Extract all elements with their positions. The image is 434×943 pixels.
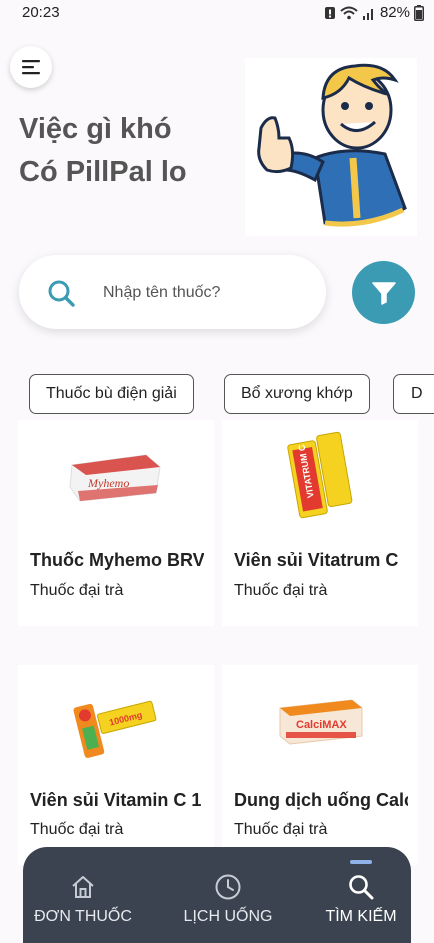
nav-label: TÌM KIẾM bbox=[325, 908, 397, 925]
product-image: VITATRUM C bbox=[222, 420, 418, 530]
hamburger-icon bbox=[22, 60, 40, 75]
status-time: 20:23 bbox=[22, 4, 60, 21]
home-icon bbox=[72, 876, 94, 898]
menu-button[interactable] bbox=[10, 46, 52, 88]
search-icon bbox=[48, 280, 75, 307]
filter-button[interactable] bbox=[352, 261, 415, 324]
alert-icon bbox=[324, 6, 335, 19]
nav-item-schedule[interactable]: LỊCH UỐNG bbox=[158, 847, 298, 943]
mascot-image bbox=[245, 58, 417, 236]
headline: Việc gì khó Có PillPal lo bbox=[19, 108, 187, 194]
status-bar: 20:23 82% bbox=[0, 0, 434, 26]
active-indicator bbox=[350, 860, 372, 864]
search-icon bbox=[349, 875, 374, 900]
product-name: Thuốc Myhemo BRV bbox=[30, 550, 204, 570]
chip-item[interactable]: Bổ xương khớp bbox=[224, 374, 370, 414]
product-card[interactable]: CalciMAX Dung dịch uống Calc Thuốc đại t… bbox=[222, 665, 418, 865]
nav-item-search[interactable]: TÌM KIẾM bbox=[311, 847, 411, 943]
nav-label: ĐƠN THUỐC bbox=[34, 908, 132, 925]
product-image: Myhemo bbox=[18, 420, 214, 530]
product-card[interactable]: Myhemo Thuốc Myhemo BRV Thuốc đại trà bbox=[18, 420, 214, 626]
search-input[interactable] bbox=[101, 277, 315, 309]
clock-icon bbox=[215, 874, 241, 900]
chip-item[interactable]: Thuốc bù điện giải bbox=[29, 374, 194, 414]
product-type: Thuốc đại trà bbox=[234, 582, 328, 599]
chip-item[interactable]: D bbox=[393, 374, 434, 414]
product-card[interactable]: VITATRUM C Viên sủi Vitatrum C Thuốc đại… bbox=[222, 420, 418, 626]
nav-label: LỊCH UỐNG bbox=[183, 908, 273, 925]
headline-line-1: Việc gì khó bbox=[19, 113, 172, 145]
product-name: Dung dịch uống Calc bbox=[234, 790, 408, 810]
headline-line-2: Có PillPal lo bbox=[19, 156, 187, 188]
signal-icon bbox=[362, 8, 373, 20]
wifi-icon bbox=[340, 6, 358, 19]
bottom-nav: ĐƠN THUỐC LỊCH UỐNG TÌM KIẾM bbox=[23, 847, 411, 943]
battery-icon bbox=[414, 4, 424, 21]
product-image-label: Myhemo bbox=[87, 476, 129, 490]
product-type: Thuốc đại trà bbox=[30, 821, 124, 838]
search-bar[interactable] bbox=[19, 255, 326, 329]
product-type: Thuốc đại trà bbox=[30, 582, 124, 599]
product-image: 1000mg bbox=[18, 665, 214, 775]
product-image: CalciMAX bbox=[222, 665, 418, 775]
nav-item-prescriptions[interactable]: ĐƠN THUỐC bbox=[23, 847, 143, 943]
product-card[interactable]: 1000mg Viên sủi Vitamin C 1 Thuốc đại tr… bbox=[18, 665, 214, 865]
product-name: Viên sủi Vitatrum C bbox=[234, 550, 399, 570]
category-chips: Thuốc bù điện giải Bổ xương khớp D bbox=[0, 374, 434, 416]
status-icons: 82% bbox=[324, 4, 424, 21]
filter-icon bbox=[371, 281, 396, 305]
battery-percent: 82% bbox=[379, 4, 410, 21]
product-name: Viên sủi Vitamin C 1 bbox=[30, 790, 202, 810]
product-type: Thuốc đại trà bbox=[234, 821, 328, 838]
product-image-label: CalciMAX bbox=[296, 719, 347, 731]
